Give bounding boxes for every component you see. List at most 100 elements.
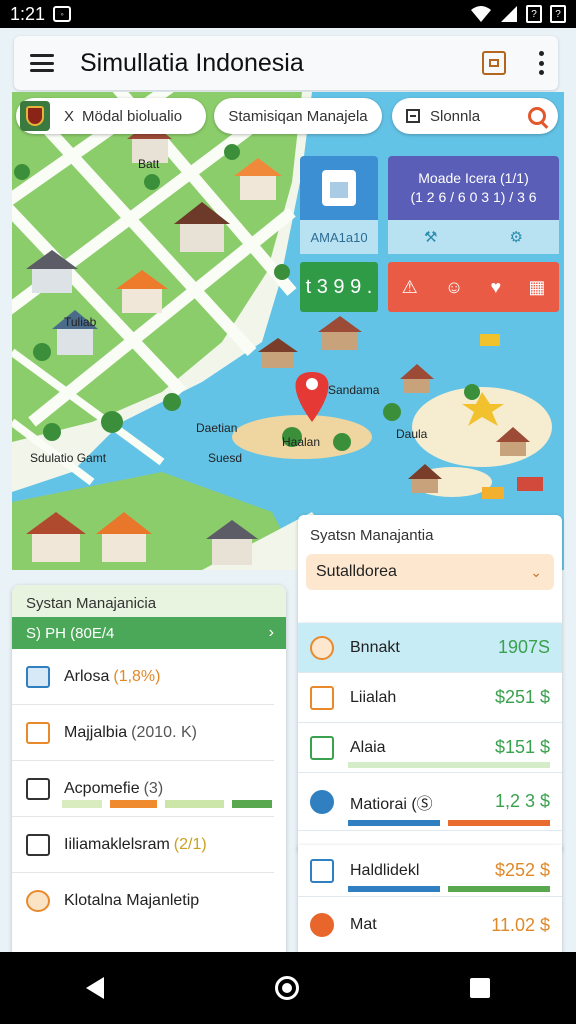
table-row[interactable]: Liialah $251 $	[298, 673, 562, 723]
back-icon[interactable]	[85, 977, 104, 999]
home-icon[interactable]	[274, 976, 299, 1000]
table-row[interactable]: Matiorai (Ⓢ 1,2 3 $	[298, 773, 562, 831]
row-label: Matiorai (Ⓢ	[350, 795, 433, 813]
money-icon	[26, 721, 50, 744]
left-panel-summary-text: S) PH (80E/4	[26, 624, 115, 642]
row-label: Bnnakt	[350, 638, 400, 656]
search-chip[interactable]: Slonnla	[392, 98, 558, 134]
building-icon	[322, 170, 356, 206]
globe-icon	[310, 789, 334, 814]
list-item[interactable]: Majjalbia (2010. K)	[12, 705, 274, 761]
row-amount: 11.02 $	[491, 914, 550, 935]
mode-info-tools: ⚒ ⚙	[388, 220, 559, 254]
list-item-label: Majjalbia	[64, 723, 128, 741]
camera-icon[interactable]	[482, 51, 506, 75]
mode-chip[interactable]: Stamisiqan Manajela	[214, 98, 382, 134]
crest-icon	[20, 101, 50, 131]
right-panel-list: Bnnakt 1907S Liialah $251 $ Alaia $151 $…	[298, 623, 562, 851]
hammer-icon[interactable]: ⚒	[424, 228, 437, 246]
more-vert-icon[interactable]	[538, 51, 544, 75]
recents-icon[interactable]	[470, 978, 491, 998]
map-label-pin[interactable]: Haalan	[282, 435, 320, 449]
left-panel-summary[interactable]: S) PH (80E/4 ›	[12, 617, 286, 649]
settings-icon[interactable]: ⚙	[510, 228, 523, 246]
map-label-coast: Sdulatio Gamt	[30, 451, 107, 465]
people-icon[interactable]: ☺	[445, 277, 463, 298]
map-label-village: Tuliab	[64, 315, 97, 329]
notification-icon: ◦	[53, 6, 72, 22]
menu-icon[interactable]	[30, 54, 54, 72]
coin-icon	[26, 890, 50, 912]
region-chip[interactable]: X Mödal biolualio	[16, 98, 206, 134]
region-chip-label: Mödal biolualio	[82, 107, 183, 125]
chart-icon	[26, 777, 50, 800]
mode-info-tile[interactable]: Moade Icera (1/1) (1 2 6 / 6 0 3 1) / 3 …	[388, 156, 559, 220]
right-panel-title: Syatsn Manajantia	[310, 527, 434, 544]
progress-bar	[62, 800, 272, 808]
row-label: Liialah	[350, 688, 397, 706]
row-amount: 1,2 3 $	[494, 791, 550, 811]
list-item-value: (2010. K)	[131, 723, 197, 741]
region-chip-prefix: X	[64, 107, 75, 125]
heart-icon[interactable]: ♥	[491, 277, 502, 298]
mosque-icon	[310, 913, 334, 937]
list-item[interactable]: Klotalna Majanletip	[12, 873, 274, 929]
map-label-top: Batt	[138, 157, 160, 171]
map-label-right[interactable]: Daula	[396, 427, 428, 441]
progress-bar	[348, 820, 550, 826]
progress-bar	[348, 886, 550, 892]
status-bar: 1:21 ◦ ? ?	[0, 0, 576, 28]
list-item[interactable]: Arlosa (1,8%)	[12, 649, 274, 705]
sim-icon: ?	[526, 5, 542, 23]
app-title: Simullatia Indonesia	[80, 48, 304, 77]
list-item-label: Iiliamaklelsram	[64, 835, 170, 853]
right-panel-list-lower: Haldlidekl $252 $ Mat 11.02 $	[298, 845, 562, 953]
map-label-left[interactable]: Daetian	[196, 421, 237, 435]
right-panel: Syatsn Manajantia Sutalldorea ⌄	[298, 515, 562, 623]
row-label: Haldlidekl	[350, 861, 420, 879]
chevron-right-icon: ›	[268, 624, 274, 641]
progress-bar	[348, 762, 550, 768]
chevron-down-icon: ⌄	[530, 563, 542, 580]
list-item-label: Acpomefie	[64, 779, 140, 797]
list-item-value: (1,8%)	[113, 667, 161, 685]
app-bar: Simullatia Indonesia	[14, 36, 558, 90]
list-item[interactable]: Iiliamaklelsram (2/1)	[12, 817, 274, 873]
list-item-label: Klotalna Majanletip	[64, 892, 200, 909]
table-row[interactable]: Bnnakt 1907S	[298, 623, 562, 673]
alert-icon[interactable]: ⚠	[402, 277, 418, 298]
mode-info-line2: (1 2 6 / 6 0 3 1) / 3 6	[410, 189, 537, 205]
category-select[interactable]: Sutalldorea ⌄	[306, 554, 554, 590]
left-panel-title: Systan Manajanicia	[12, 585, 286, 617]
table-row[interactable]: Alaia $151 $	[298, 723, 562, 773]
left-panel: Systan Manajanicia S) PH (80E/4 › Arlosa…	[12, 585, 286, 955]
mode-info-line1: Moade Icera (1/1)	[418, 170, 529, 186]
row-amount: $251 $	[494, 687, 550, 707]
search-chip-label: Slonnla	[430, 107, 481, 125]
status-icons: ? ?	[470, 5, 566, 23]
category-select-value: Sutalldorea	[316, 563, 397, 580]
row-label: Alaia	[350, 738, 386, 756]
list-item-value: (3)	[143, 779, 164, 797]
system-nav-bar	[0, 952, 576, 1024]
list-item[interactable]: Acpomefie (3)	[12, 761, 274, 817]
search-icon[interactable]	[528, 107, 546, 125]
house-icon	[26, 833, 50, 856]
event-tile[interactable]: ⚠ ☺ ♥ ▦	[388, 262, 559, 312]
row-amount: $252 $	[494, 860, 550, 880]
row-amount: $151 $	[494, 737, 550, 757]
factory-icon	[310, 735, 334, 760]
map-label-left2[interactable]: Suesd	[208, 451, 242, 465]
flag-icon	[406, 109, 420, 123]
wifi-icon	[471, 6, 491, 22]
table-row[interactable]: Mat 11.02 $	[298, 897, 562, 953]
table-row[interactable]: Haldlidekl $252 $	[298, 845, 562, 897]
battery-icon: ?	[550, 5, 566, 23]
map-label-city[interactable]: Sandama	[328, 383, 380, 397]
row-label: Mat	[350, 916, 377, 933]
map-grid-icon[interactable]: ▦	[528, 277, 545, 298]
money-tile[interactable]: t 3 9 9 .	[300, 262, 378, 312]
coin-icon	[310, 635, 334, 660]
building-icon	[310, 685, 334, 710]
building-tile[interactable]	[300, 156, 378, 220]
